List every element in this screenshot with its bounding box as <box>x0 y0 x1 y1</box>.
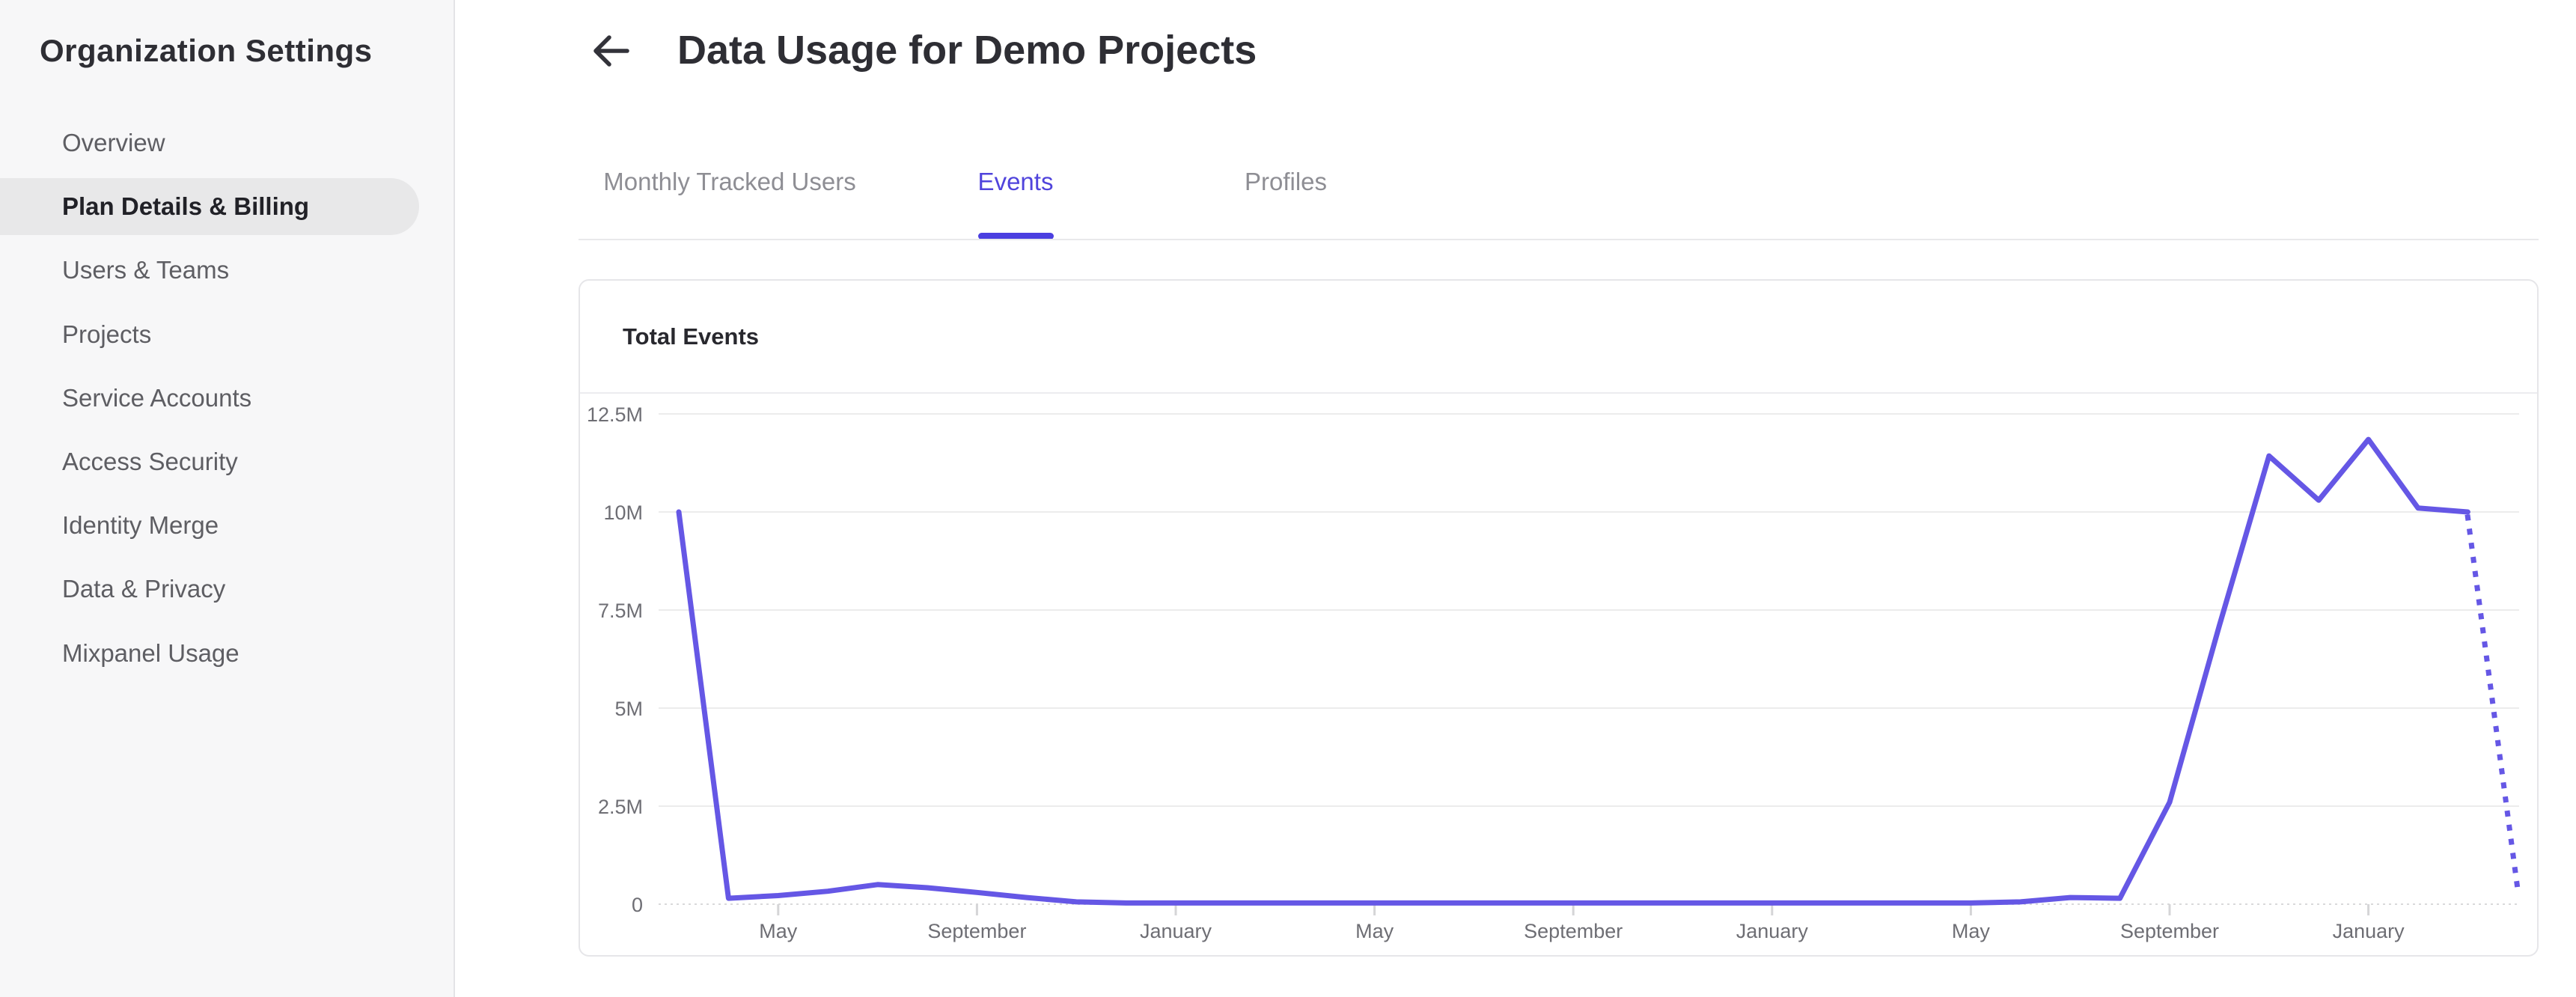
x-axis-labels: May September January May September January Ma… <box>759 920 2405 942</box>
tab-events[interactable]: Events <box>978 168 1054 196</box>
svg-text:May: May <box>759 920 798 942</box>
svg-text:7.5M: 7.5M <box>598 600 643 622</box>
sidebar-item-overview[interactable]: Overview <box>0 115 419 171</box>
sidebar-title: Organization Settings <box>40 33 373 68</box>
sidebar-item-identity-merge[interactable]: Identity Merge <box>0 497 419 554</box>
svg-text:10M: 10M <box>603 501 643 524</box>
total-events-card: Total Events 12.5M 10M 7.5M 5M 2.5M 0 May Septe… <box>579 279 2539 957</box>
y-axis-labels: 12.5M 10M 7.5M 5M 2.5M 0 <box>587 403 643 916</box>
sidebar-item-access-security[interactable]: Access Security <box>0 433 419 490</box>
gridlines <box>659 413 2519 905</box>
events-line <box>676 436 2470 906</box>
svg-text:September: September <box>2120 920 2219 942</box>
sidebar-item-data-privacy[interactable]: Data & Privacy <box>0 561 419 618</box>
svg-text:May: May <box>1952 920 1991 942</box>
total-events-chart: 12.5M10M7.5M5M2.5M0May September January Ma… <box>587 403 2521 942</box>
tab-monthly-tracked-users[interactable]: Monthly Tracked Users <box>603 168 855 196</box>
page-title: Data Usage for Demo Projects <box>677 28 1257 73</box>
sidebar: Organization Settings Overview Plan Detai… <box>0 0 455 997</box>
back-button[interactable] <box>590 31 632 70</box>
svg-text:January: January <box>1736 920 1809 942</box>
svg-text:12.5M: 12.5M <box>587 403 643 426</box>
data-usage-page: { "sidebar": { "title": "Organization Se… <box>0 0 2576 997</box>
sidebar-item-projects[interactable]: Projects <box>0 306 419 363</box>
axis-ticks <box>777 904 2370 915</box>
svg-text:2.5M: 2.5M <box>598 796 643 818</box>
sidebar-item-service-accounts[interactable]: Service Accounts <box>0 370 419 427</box>
back-arrow-icon <box>593 35 629 67</box>
svg-text:0: 0 <box>632 894 643 916</box>
sidebar-item-mixpanel-usage[interactable]: Mixpanel Usage <box>0 625 419 682</box>
tab-profiles[interactable]: Profiles <box>1245 168 1327 196</box>
svg-text:May: May <box>1355 920 1394 942</box>
sidebar-item-users-teams[interactable]: Users & Teams <box>0 242 419 299</box>
svg-text:January: January <box>1140 920 1212 942</box>
svg-text:September: September <box>1524 920 1623 942</box>
tab-bar-divider <box>579 239 2539 240</box>
svg-text:September: September <box>927 920 1026 942</box>
sidebar-item-plan-details-billing[interactable]: Plan Details & Billing <box>0 178 419 236</box>
svg-text:January: January <box>2333 920 2405 942</box>
events-line-projection <box>2464 514 2521 891</box>
svg-text:5M: 5M <box>614 698 643 720</box>
